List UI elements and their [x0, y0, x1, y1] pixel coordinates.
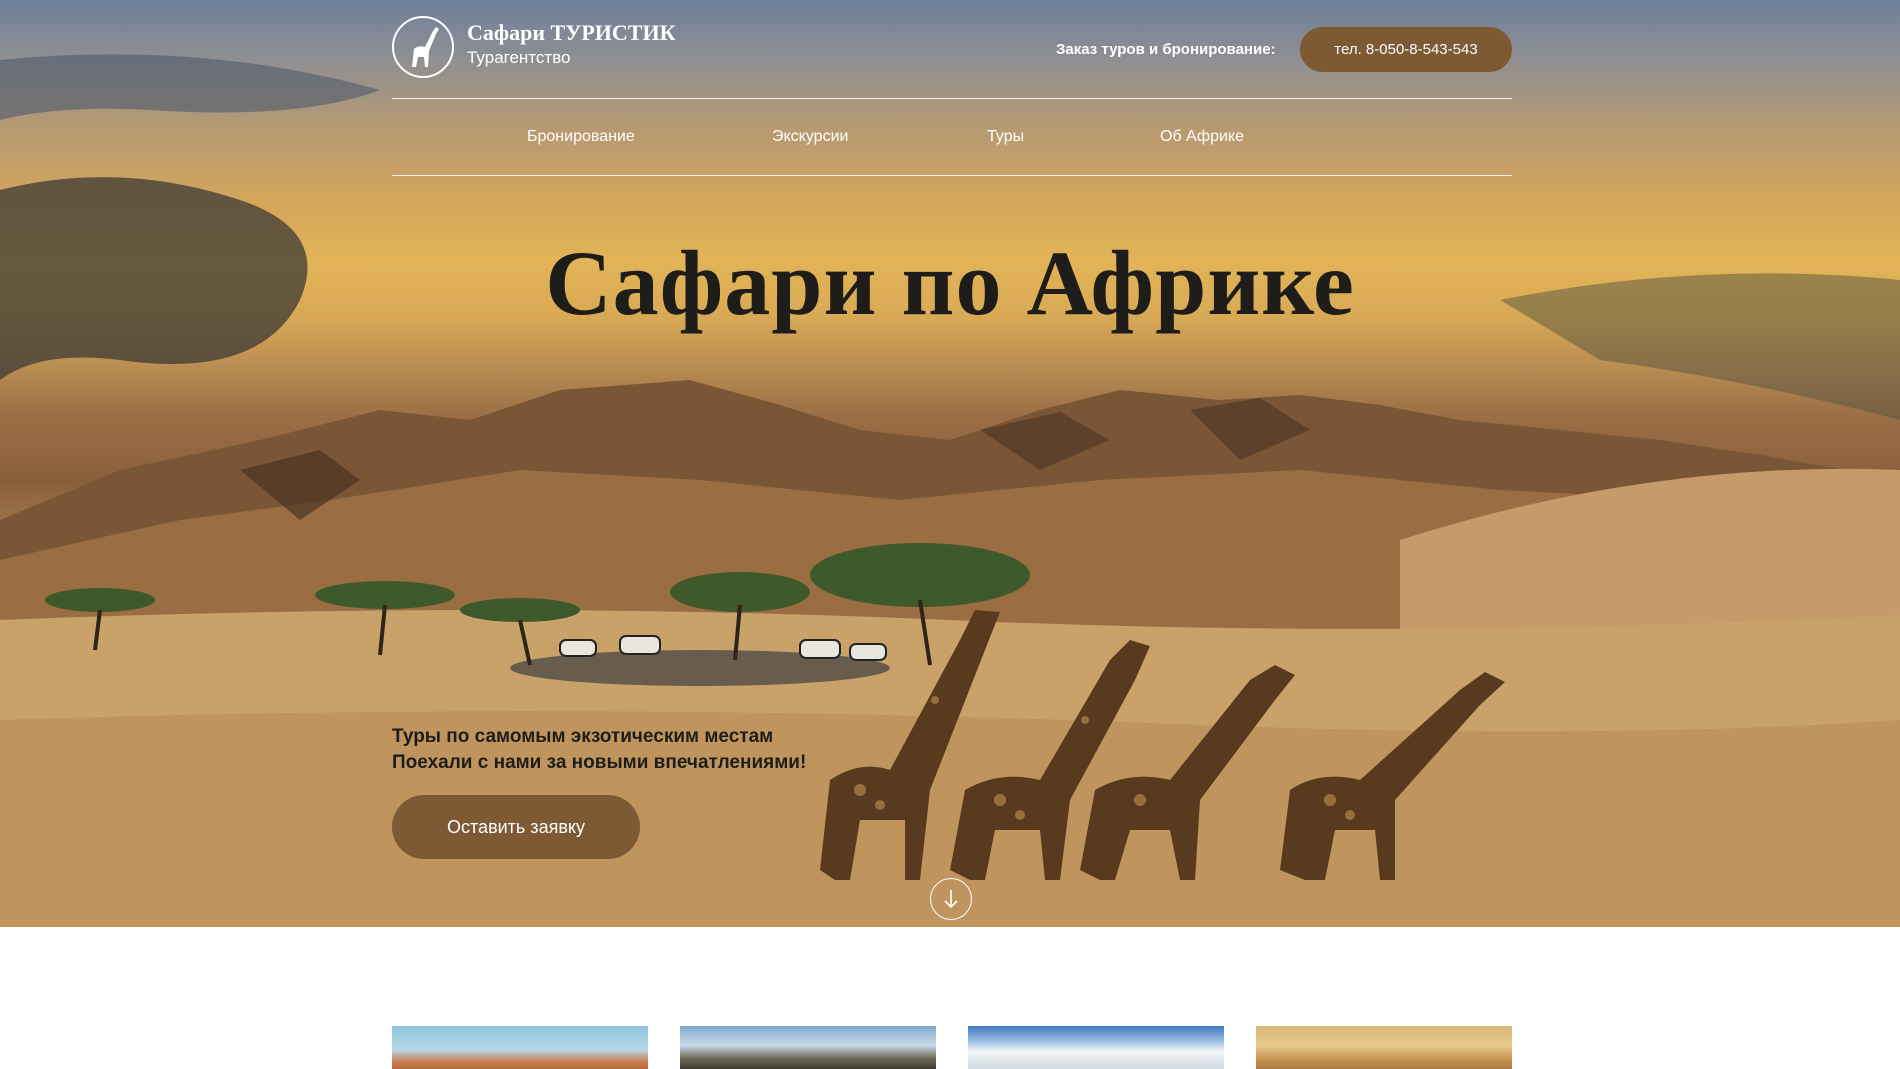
tour-card-image[interactable]	[968, 1026, 1224, 1069]
tour-card-image[interactable]	[392, 1026, 648, 1069]
nav-item-booking[interactable]: Бронирование	[527, 128, 635, 146]
phone-button[interactable]: тел. 8-050-8-543-543	[1300, 27, 1512, 72]
hero-section: Сафари ТУРИСТИК Турагентство Заказ туров…	[0, 0, 1900, 927]
logo[interactable]	[392, 16, 454, 78]
arrow-down-circle-icon	[944, 890, 958, 909]
leave-request-button[interactable]: Оставить заявку	[392, 795, 640, 859]
nav-top-divider	[392, 98, 1512, 99]
nav-item-tours[interactable]: Туры	[987, 128, 1024, 146]
nav-item-excursions[interactable]: Экскурсии	[772, 128, 848, 146]
tour-card-image[interactable]	[680, 1026, 936, 1069]
order-label: Заказ туров и бронирование:	[1056, 41, 1276, 58]
hero-title: Сафари по Африке	[545, 232, 1355, 334]
nav-item-about-africa[interactable]: Об Африке	[1160, 128, 1244, 146]
savanna-background-image	[0, 54, 1900, 927]
nav-bottom-divider	[392, 175, 1512, 176]
tour-card-image[interactable]	[1256, 1026, 1512, 1069]
scroll-down-button[interactable]	[930, 878, 972, 920]
brand-subtitle: Турагентство	[467, 48, 571, 67]
giraffe-icon	[412, 27, 439, 67]
brand-title: Сафари ТУРИСТИК	[467, 20, 676, 45]
hero-tagline-2: Поехали с нами за новыми впечатлениями!	[392, 752, 807, 773]
hero-tagline-1: Туры по самомым экзотическим местам	[392, 726, 774, 747]
